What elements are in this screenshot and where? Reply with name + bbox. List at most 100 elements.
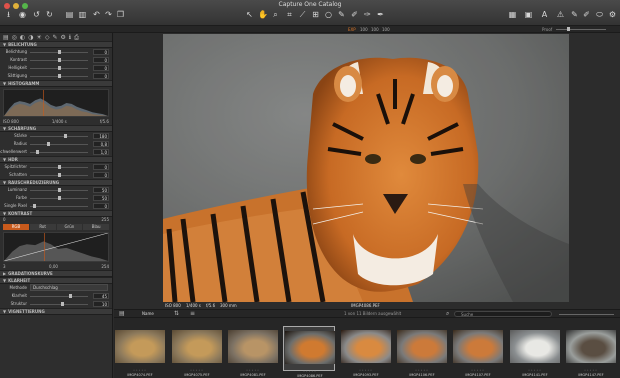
brush-icon[interactable]: ✐: [350, 11, 359, 19]
thumbnail-image[interactable]: [228, 330, 278, 363]
gradient-icon[interactable]: ✒: [376, 11, 385, 19]
mode-100-b[interactable]: 100: [371, 27, 379, 32]
slider-value-field[interactable]: 0: [93, 172, 109, 178]
main-photo[interactable]: [163, 34, 569, 302]
grid-icon[interactable]: ▦: [508, 11, 517, 19]
rating-stars[interactable]: •••••: [171, 368, 223, 372]
alert-icon[interactable]: ⚠: [556, 11, 565, 19]
section-clarity[interactable]: ▼ KLARHEIT: [0, 277, 112, 284]
lens-tab-icon[interactable]: ◐: [20, 34, 25, 41]
settings-icon[interactable]: ⚙: [608, 11, 617, 19]
picker-icon[interactable]: ✎: [337, 11, 346, 19]
slider-value-field[interactable]: 50: [93, 195, 109, 201]
spot-icon[interactable]: ○: [324, 11, 333, 19]
slider-knob[interactable]: [69, 294, 73, 298]
capture-icon[interactable]: ◉: [18, 11, 27, 19]
slider-track[interactable]: [30, 136, 88, 137]
text-icon[interactable]: A: [540, 11, 549, 19]
thumbnail[interactable]: ••••• IMGP4106.PEF: [396, 326, 448, 377]
browser-view-icon[interactable]: ▤: [119, 310, 125, 317]
folder-icon[interactable]: ▤: [65, 11, 74, 19]
slider-knob[interactable]: [58, 173, 61, 177]
rating-stars[interactable]: •••••: [396, 368, 448, 372]
slider-value-field[interactable]: 0: [93, 49, 109, 55]
zoom-slider[interactable]: [556, 29, 606, 30]
slider-value-field[interactable]: 10: [93, 301, 109, 307]
thumbnail[interactable]: ••••• IMGP4086.PEF: [283, 326, 336, 378]
filter-icon[interactable]: ≡: [190, 310, 195, 317]
thumbnail[interactable]: ••••• IMGP4147.PEF: [565, 326, 617, 377]
slider-knob[interactable]: [58, 58, 61, 62]
curve-graph[interactable]: [3, 232, 109, 262]
adjust-tab-icon[interactable]: ⚙: [60, 34, 65, 41]
stack-icon[interactable]: ❐: [116, 11, 125, 19]
slider-knob[interactable]: [60, 302, 64, 306]
sort-order-icon[interactable]: ⇅: [174, 310, 179, 317]
slider-track[interactable]: [30, 304, 88, 305]
capture-tab-icon[interactable]: ◎: [12, 34, 17, 41]
slider-value-field[interactable]: 45: [93, 293, 109, 299]
slider-value-field[interactable]: 0,8: [93, 141, 109, 147]
thumbnail[interactable]: ••••• IMGP4074.PEF: [114, 326, 166, 377]
details-tab-icon[interactable]: ◇: [45, 34, 50, 41]
thumbnail-image[interactable]: [341, 330, 391, 363]
thumbnail[interactable]: ••••• IMGP4093.PEF: [340, 326, 392, 377]
slider-value-field[interactable]: 0: [93, 164, 109, 170]
slider-value-field[interactable]: 0: [93, 73, 109, 79]
slider-knob[interactable]: [35, 150, 39, 154]
mode-100-c[interactable]: 100: [382, 27, 390, 32]
clarity-method-select[interactable]: Durchschlag: [30, 284, 108, 291]
tab-rgb[interactable]: RGB: [3, 224, 29, 230]
mode-exp[interactable]: EXP: [348, 27, 356, 32]
eraser-icon[interactable]: ✑: [363, 11, 372, 19]
section-gradation[interactable]: ▶ GRADATIONSKURVE: [0, 270, 112, 277]
select-icon[interactable]: ↖: [245, 11, 254, 19]
rating-stars[interactable]: •••••: [340, 368, 392, 372]
slider-knob[interactable]: [58, 50, 61, 54]
thumbnail-image[interactable]: [510, 330, 560, 363]
section-hdr[interactable]: ▼ HDR: [0, 156, 112, 163]
section-curve[interactable]: ▼ KONTRAST: [0, 210, 112, 217]
proof-icon[interactable]: ▣: [524, 11, 533, 19]
slider-knob[interactable]: [58, 165, 61, 169]
slider-knob[interactable]: [58, 74, 61, 78]
section-vignetting[interactable]: ▼ VIGNETTIERUNG: [0, 308, 112, 315]
slider-track[interactable]: [30, 296, 88, 297]
rating-stars[interactable]: •••••: [227, 368, 279, 372]
section-exposure[interactable]: ▼ BELICHTUNG: [0, 41, 112, 48]
slider-value-field[interactable]: 0: [93, 57, 109, 63]
slider-knob[interactable]: [58, 66, 61, 70]
import-icon[interactable]: ⭳: [4, 11, 13, 19]
rating-stars[interactable]: •••••: [452, 368, 504, 372]
redo-icon[interactable]: ↷: [104, 11, 113, 19]
rotate-right-icon[interactable]: ↻: [45, 11, 54, 19]
slider-track[interactable]: [30, 206, 88, 207]
thumbnail-image[interactable]: [285, 331, 335, 364]
slider-track[interactable]: [30, 152, 88, 153]
thumbnail-image[interactable]: [172, 330, 222, 363]
output-tab-icon[interactable]: ⎙: [74, 34, 79, 41]
thumbnail[interactable]: ••••• IMGP4075.PEF: [171, 326, 223, 377]
copy-icon[interactable]: ▥: [78, 11, 87, 19]
slider-knob[interactable]: [46, 142, 50, 146]
thumbnail[interactable]: ••••• IMGP4107.PEF: [452, 326, 504, 377]
slider-knob[interactable]: [58, 196, 61, 200]
section-sharpening[interactable]: ▼ SCHÄRFUNG: [0, 125, 112, 132]
search-input[interactable]: Suche: [454, 311, 552, 317]
viewer-icon[interactable]: ⬭: [595, 11, 604, 19]
slider-value-field[interactable]: 180: [93, 133, 109, 139]
thumbnail-image[interactable]: [397, 330, 447, 363]
thumbnail-image[interactable]: [453, 330, 503, 363]
zoom-icon[interactable]: ⌕: [271, 11, 280, 19]
rating-stars[interactable]: •••••: [509, 368, 561, 372]
slider-knob[interactable]: [63, 134, 67, 138]
pan-icon[interactable]: ✋: [258, 11, 268, 19]
rating-stars[interactable]: •••••: [284, 369, 336, 373]
crop-icon[interactable]: ⌗: [285, 11, 294, 19]
mode-100-a[interactable]: 100: [360, 27, 368, 32]
slider-knob[interactable]: [32, 204, 36, 208]
keystone-icon[interactable]: ⊞: [311, 11, 320, 19]
slider-knob[interactable]: [58, 188, 61, 192]
rating-stars[interactable]: •••••: [565, 368, 617, 372]
rating-stars[interactable]: •••••: [114, 368, 166, 372]
